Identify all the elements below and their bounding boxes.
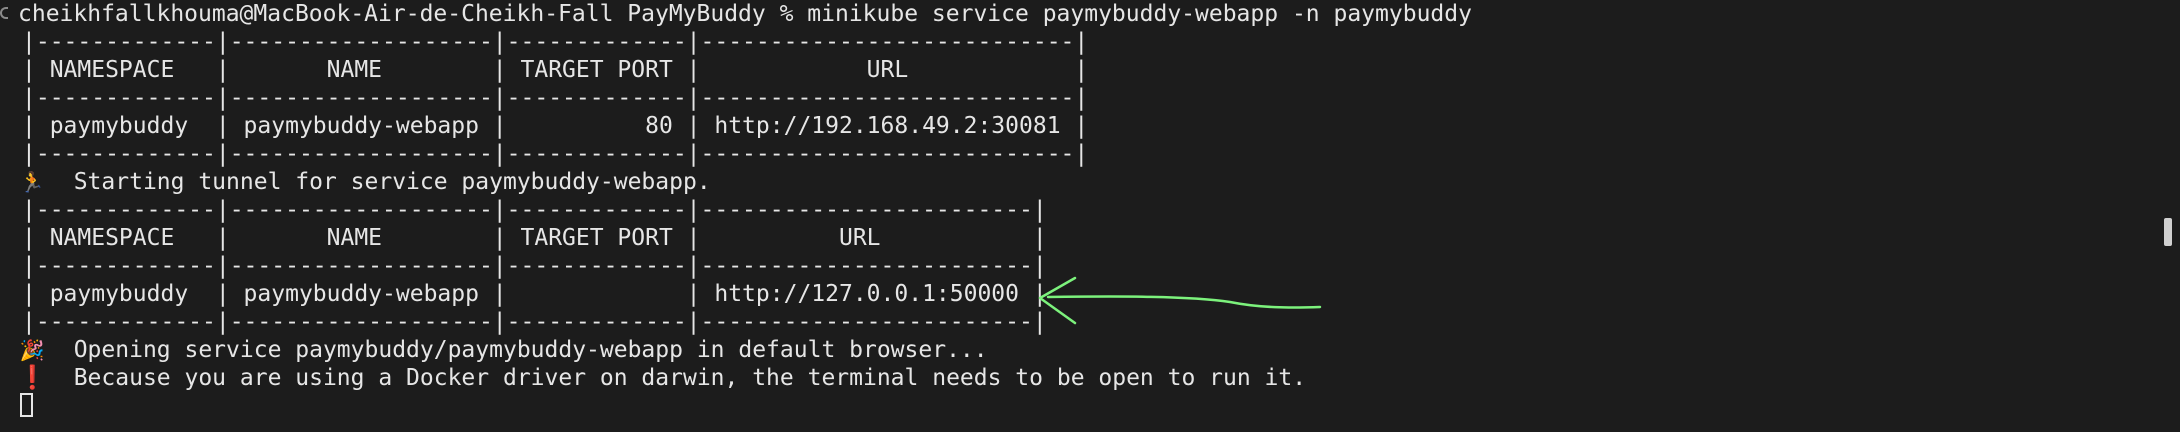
table2-row: |-------------|-------------------|-----… [22,197,1047,223]
table2-row: | NAMESPACE | NAME | TARGET PORT | URL | [22,225,1047,251]
service-table-2: |-------------|-------------------|-----… [22,196,1047,336]
terminal-cursor[interactable] [20,393,33,417]
terminal-window[interactable]: cheikhfallkhouma@MacBook-Air-de-Cheikh-F… [0,0,2180,432]
opening-status-line: 🎉 Opening service paymybuddy/paymybuddy-… [18,336,988,364]
exclamation-icon: ❗ [18,365,47,391]
annotation-arrow-shaft [1046,295,1322,309]
warning-message: Because you are using a Docker driver on… [73,365,1307,391]
scrollbar-thumb[interactable] [2164,218,2172,246]
table1-row: |-------------|-------------------|-----… [22,141,1089,167]
tunnel-status-line: 🏃 Starting tunnel for service paymybuddy… [18,168,711,196]
table1-row: | paymybuddy | paymybuddy-webapp | 80 | … [22,113,1089,139]
table1-row: |-------------|-------------------|-----… [22,29,1089,55]
service-table-1: |-------------|-------------------|-----… [22,28,1088,168]
runner-icon: 🏃 [19,170,45,194]
warning-status-line: ❗ Because you are using a Docker driver … [18,364,1306,392]
prompt-marker-icon [0,7,8,19]
table1-row: |-------------|-------------------|-----… [22,85,1089,111]
table1-row: | NAMESPACE | NAME | TARGET PORT | URL | [22,57,1089,83]
table2-row: |-------------|-------------------|-----… [22,253,1047,279]
tunnel-message: Starting tunnel for service paymybuddy-w… [73,169,711,195]
opening-message: Opening service paymybuddy/paymybuddy-we… [73,337,988,363]
table2-row: | paymybuddy | paymybuddy-webapp | | htt… [22,281,1047,307]
command-line: cheikhfallkhouma@MacBook-Air-de-Cheikh-F… [18,1,1472,27]
party-popper-icon: 🎉 [19,338,45,362]
table2-row: |-------------|-------------------|-----… [22,309,1047,335]
